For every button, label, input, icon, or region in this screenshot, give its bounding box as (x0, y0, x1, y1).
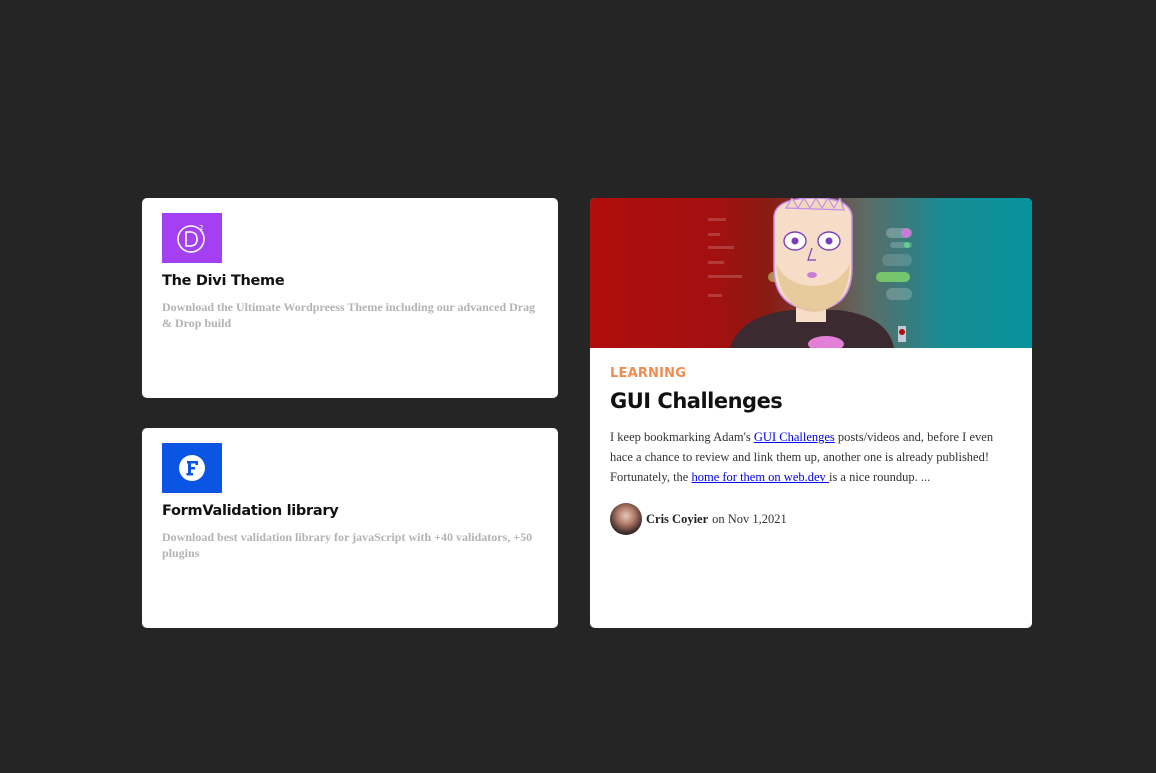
article-title[interactable]: GUI Challenges (610, 389, 1012, 413)
date-prefix: on (712, 511, 725, 526)
divi-logo-icon: 2 (162, 213, 222, 263)
card-title: FormValidation library (162, 503, 339, 519)
author-avatar[interactable] (610, 503, 642, 535)
excerpt-text: is a nice roundup. ... (828, 470, 931, 484)
author-name[interactable]: Cris Coyier (646, 512, 708, 527)
excerpt-text: I keep bookmarking Adam's (610, 430, 754, 444)
svg-text:2: 2 (199, 224, 203, 232)
gui-challenges-link[interactable]: GUI Challenges (754, 430, 835, 444)
article-byline: Cris Coyier on Nov 1,2021 (610, 503, 1012, 535)
divi-theme-card[interactable]: 2 The Divi Theme Download the Ultimate W… (142, 198, 558, 398)
formvalidation-logo-icon (162, 443, 222, 493)
article-hero-image (590, 198, 1032, 348)
card-description: Download best validation library for jav… (162, 530, 533, 560)
formvalidation-card[interactable]: FormValidation library Download best val… (142, 428, 558, 628)
card-title: The Divi Theme (162, 273, 285, 289)
article-excerpt: I keep bookmarking Adam's GUI Challenges… (610, 427, 1012, 487)
article-category[interactable]: LEARNING (610, 366, 1012, 381)
card-description: Download the Ultimate Wordpreess Theme i… (162, 300, 536, 330)
web-dev-link[interactable]: home for them on web.dev (691, 470, 828, 484)
article-card[interactable]: LEARNING GUI Challenges I keep bookmarki… (590, 198, 1032, 628)
post-date: Nov 1,2021 (727, 511, 787, 526)
